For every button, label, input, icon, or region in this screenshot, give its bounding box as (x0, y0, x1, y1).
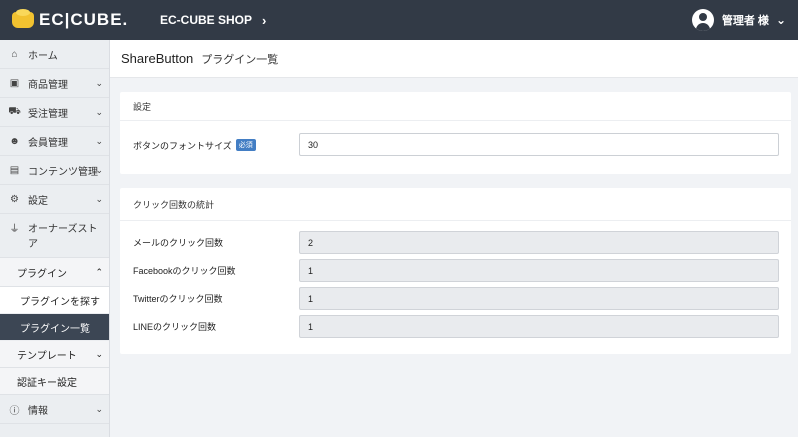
required-badge: 必須 (235, 139, 256, 151)
sidebar-group-plugins[interactable]: プラグイン ⌃ (0, 258, 109, 287)
sidebar-item-plugin-search[interactable]: プラグインを探す (0, 287, 109, 314)
field-label: ボタンのフォントサイズ (133, 140, 232, 151)
field-label: メールのクリック回数 (133, 237, 224, 248)
sidebar-item-auth-key[interactable]: 認証キー設定 (0, 368, 109, 395)
sidebar-item-customers[interactable]: ☻ 会員管理 ⌄ (0, 127, 109, 156)
page-subtitle: プラグイン一覧 (201, 53, 279, 66)
chevron-down-icon: ⌄ (95, 404, 103, 414)
user-name: 管理者 様 (721, 15, 769, 27)
stats-row: Twitterのクリック回数 1 (120, 286, 791, 314)
users-icon: ☻ (9, 135, 20, 147)
sidebar-item-label: 受注管理 (28, 108, 68, 120)
chevron-down-icon: ⌄ (95, 136, 103, 146)
sidebar-item-products[interactable]: ▣ 商品管理 ⌄ (0, 69, 109, 98)
user-avatar-icon (691, 9, 714, 31)
sidebar-item-label: 情報 (28, 405, 48, 417)
card-header: 設定 (120, 92, 791, 121)
sidebar: ⌂ ホーム ▣ 商品管理 ⌄ ⛟ 受注管理 ⌄ ☻ 会員管理 ⌄ ▤ コンテンツ… (0, 40, 110, 437)
facebook-click-count-field: 1 (299, 259, 779, 282)
mail-click-count-field: 2 (299, 231, 779, 254)
twitter-click-count-field: 1 (299, 287, 779, 310)
page-header: ShareButton プラグイン一覧 (110, 40, 798, 78)
cart-icon: ⛟ (8, 105, 21, 117)
sidebar-item-label: 会員管理 (28, 137, 68, 149)
sidebar-item-info[interactable]: ⓘ 情報 ⌄ (0, 395, 109, 424)
font-size-input[interactable]: 30 (299, 133, 779, 156)
stats-row: メールのクリック回数 2 (120, 230, 791, 258)
font-size-label: ボタンのフォントサイズ 必須 (133, 133, 256, 157)
user-menu[interactable]: 管理者 様 ⌄ (691, 9, 786, 31)
sidebar-item-label: プラグイン (17, 268, 67, 280)
file-icon: ▤ (9, 164, 20, 176)
top-navbar: EC|CUBE. EC-CUBE SHOP › 管理者 様 ⌄ (0, 0, 798, 40)
chevron-up-icon: ⌃ (95, 267, 103, 277)
card-header: クリック回数の統計 (120, 188, 791, 221)
chevron-down-icon: ⌄ (95, 78, 103, 88)
form-row: ボタンのフォントサイズ 必須 30 (120, 133, 791, 161)
field-label: Facebookのクリック回数 (133, 265, 236, 276)
box-icon: ▣ (9, 77, 20, 89)
gear-icon: ⚙ (10, 193, 19, 205)
field-label: LINEのクリック回数 (133, 321, 217, 332)
sidebar-item-owners-store[interactable]: ⏚ オーナーズストア (0, 214, 109, 258)
page-title: ShareButton (121, 51, 194, 66)
sidebar-item-settings[interactable]: ⚙ 設定 ⌄ (0, 185, 109, 214)
chevron-down-icon: ⌄ (95, 107, 103, 117)
info-icon: ⓘ (9, 405, 20, 417)
sidebar-item-plugin-list[interactable]: プラグイン一覧 (0, 314, 109, 341)
sidebar-group-template[interactable]: テンプレート ⌄ (0, 341, 109, 368)
shop-link[interactable]: EC-CUBE SHOP › (160, 13, 266, 28)
sidebar-item-label: プラグイン一覧 (20, 323, 90, 335)
sidebar-item-contents[interactable]: ▤ コンテンツ管理 ⌄ (0, 156, 109, 185)
settings-card: 設定 ボタンのフォントサイズ 必須 30 (120, 92, 791, 174)
chevron-down-icon: ⌄ (95, 349, 103, 359)
sidebar-item-label: 商品管理 (28, 79, 68, 91)
sidebar-item-label: プラグインを探す (20, 296, 100, 308)
logo-icon (12, 9, 34, 28)
ec-cube-logo[interactable]: EC|CUBE. (12, 9, 148, 30)
click-stats-card: クリック回数の統計 メールのクリック回数 2 Facebookのクリック回数 1… (120, 188, 791, 354)
sidebar-item-label: オーナーズストア (28, 224, 98, 250)
logo-text: EC|CUBE. (39, 10, 129, 29)
sidebar-item-home[interactable]: ⌂ ホーム (0, 40, 109, 69)
sidebar-item-orders[interactable]: ⛟ 受注管理 ⌄ (0, 98, 109, 127)
stats-row: LINEのクリック回数 1 (120, 314, 791, 342)
sidebar-item-label: ホーム (28, 50, 58, 62)
line-click-count-field: 1 (299, 315, 779, 338)
stats-row: Facebookのクリック回数 1 (120, 258, 791, 286)
sidebar-item-label: 設定 (28, 195, 48, 207)
chevron-down-icon: ⌄ (95, 194, 103, 204)
home-icon: ⌂ (11, 48, 18, 60)
plug-icon: ⏚ (9, 224, 20, 235)
sidebar-item-label: 認証キー設定 (17, 377, 77, 389)
chevron-down-icon: ⌄ (95, 165, 103, 175)
shop-name: EC-CUBE SHOP (160, 13, 253, 27)
field-label: Twitterのクリック回数 (133, 293, 223, 304)
chevron-down-icon: ⌄ (775, 13, 786, 27)
sidebar-item-label: コンテンツ管理 (28, 166, 98, 178)
sidebar-item-label: テンプレート (17, 350, 77, 362)
chevron-right-icon: › (262, 12, 267, 28)
